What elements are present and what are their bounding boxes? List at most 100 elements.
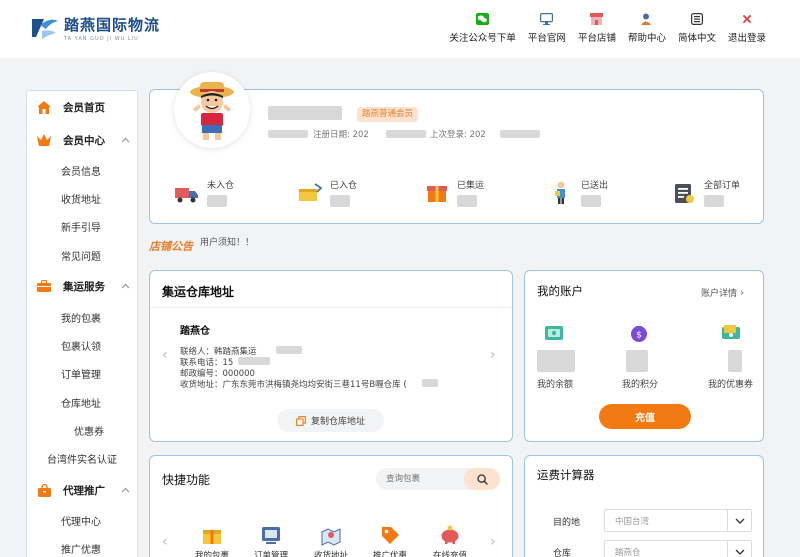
map-address-icon: [320, 524, 342, 546]
quick-promo[interactable]: 推广优惠: [366, 524, 414, 557]
balance-icon: [544, 323, 564, 343]
copy-address-button[interactable]: 复制仓库地址: [277, 409, 384, 432]
quick-order-manage[interactable]: 订单管理: [247, 524, 295, 557]
sidebar-group-member-center[interactable]: 会员中心: [27, 129, 137, 151]
member-id-redacted: [268, 130, 308, 138]
topnav-wechat-label: 关注公众号下单: [449, 33, 516, 44]
chevron-down-icon: [727, 510, 751, 531]
sidebar-item-taiwan-verify[interactable]: 台湾件实名认证: [27, 447, 137, 469]
search-icon: [476, 473, 488, 485]
copy-address-label: 复制仓库地址: [310, 417, 365, 427]
sidebar-member-center-label: 会员中心: [63, 134, 105, 147]
sidebar-item-my-packages[interactable]: 我的包裹: [27, 306, 137, 328]
order-manage-icon: [260, 524, 282, 546]
help-user-icon: [640, 12, 654, 26]
sidebar-group-agency[interactable]: 代理推广: [27, 479, 137, 501]
sidebar-item-warehouse-address[interactable]: 仓库地址: [27, 391, 137, 413]
account-coupons[interactable]: 我的优惠券: [708, 323, 768, 393]
quick-card-title: 快捷功能: [162, 473, 211, 487]
topnav-help[interactable]: 帮助中心: [628, 12, 666, 44]
topnav-logout[interactable]: 退出登录: [728, 12, 766, 44]
points-bag-icon: $: [629, 323, 649, 343]
coupon-icon: [721, 323, 741, 343]
brand-name-en: TA YAN GUO JI WU LIU: [64, 36, 139, 42]
sidebar-item-member-info[interactable]: 会员信息: [27, 159, 137, 181]
shopping-bag-icon: [37, 483, 51, 497]
chevron-left-icon[interactable]: ‹: [162, 534, 168, 550]
sidebar-item-guide[interactable]: 新手引导: [27, 215, 137, 237]
warehouse-select[interactable]: 踏燕仓: [604, 540, 752, 557]
chevron-up-icon: [121, 485, 130, 496]
package-search-input[interactable]: [386, 472, 462, 486]
sidebar-item-coupons[interactable]: 优惠券: [27, 419, 137, 441]
last-login-label: 上次登录: 202: [430, 130, 486, 140]
topnav-language-label: 简体中文: [677, 33, 716, 44]
sidebar-item-order-manage[interactable]: 订单管理: [27, 362, 137, 384]
profile-card: 踏燕普通会员 注册日期: 202 上次登录: 202 未入仓 已入仓 已集运 已…: [149, 72, 764, 224]
username-redacted: [268, 106, 342, 120]
piggy-bank-icon: [439, 524, 461, 546]
sidebar-item-package-claim[interactable]: 包裹认领: [27, 334, 137, 356]
account-card-title: 我的账户: [537, 284, 583, 298]
account-points[interactable]: $ 我的积分: [622, 323, 682, 393]
top-nav: 关注公众号下单 平台官网 平台店铺 帮助中心 简体中文 退出登录: [437, 12, 766, 44]
warehouse-address: 收货地址：广东东莞市洪梅镇尧均均安街三巷11号B喱仓库 (: [180, 380, 407, 390]
warehouse-label: 仓库: [553, 549, 572, 557]
sidebar-item-address[interactable]: 收货地址: [27, 187, 137, 209]
register-date-label: 注册日期: 202: [313, 130, 369, 140]
package-search: [376, 468, 500, 490]
store-notice-text[interactable]: 用户须知！！: [200, 235, 254, 248]
store-icon: [590, 12, 604, 26]
account-detail-link[interactable]: 账户详情 ›: [701, 286, 744, 299]
top-header: 踏燕国际物流 TA YAN GUO JI WU LIU 关注公众号下单 平台官网…: [0, 0, 800, 58]
promo-tag-icon: [379, 524, 401, 546]
recharge-button[interactable]: 充值: [599, 404, 691, 429]
copy-icon: [296, 415, 306, 426]
swallow-logo-icon: [30, 15, 60, 41]
warehouse-box-icon: [297, 180, 323, 206]
topnav-wechat[interactable]: 关注公众号下单: [449, 12, 516, 44]
divider: [150, 307, 512, 308]
chevron-right-icon[interactable]: ›: [490, 534, 496, 550]
topnav-language[interactable]: 简体中文: [678, 12, 716, 44]
warehouse-card-title: 集运仓库地址: [162, 285, 235, 299]
home-icon: [37, 100, 51, 114]
sidebar-item-home[interactable]: 会员首页: [27, 96, 137, 118]
my-account-card: 我的账户 账户详情 › 我的余额 $ 我的积分 我的优惠券 充值: [524, 270, 764, 442]
search-button[interactable]: [464, 468, 500, 490]
chevron-right-icon[interactable]: ›: [490, 347, 496, 363]
chevron-up-icon: [121, 135, 130, 146]
quick-online-recharge[interactable]: 在线充值: [426, 524, 474, 557]
account-balance[interactable]: 我的余额: [537, 323, 597, 393]
store-notice-title: 店铺公告: [149, 240, 193, 253]
wechat-icon: [476, 12, 490, 26]
chevron-down-icon: [727, 541, 751, 557]
crown-icon: [37, 133, 51, 147]
brand-name: 踏燕国际物流: [64, 16, 161, 34]
chevron-right-icon: ›: [739, 286, 745, 299]
topnav-store-label: 平台店铺: [577, 33, 616, 44]
destination-select[interactable]: 中国台湾: [604, 509, 752, 532]
sidebar-item-promo-discount[interactable]: 推广优惠: [27, 537, 137, 557]
brand-logo[interactable]: 踏燕国际物流 TA YAN GUO JI WU LIU: [30, 14, 160, 42]
sidebar-group-consolidation[interactable]: 集运服务: [27, 275, 137, 297]
topnav-website[interactable]: 平台官网: [528, 12, 566, 44]
destination-value: 中国台湾: [615, 517, 650, 527]
last-login-redacted: [500, 130, 540, 138]
chevron-left-icon[interactable]: ‹: [162, 347, 168, 363]
topnav-store[interactable]: 平台店铺: [578, 12, 616, 44]
sidebar: 会员首页 会员中心 会员信息 收货地址 新手引导 常见问题 集运服务 我的包裹 …: [26, 90, 138, 557]
quick-my-packages[interactable]: 我的包裹: [188, 524, 236, 557]
sidebar-item-agency-center[interactable]: 代理中心: [27, 509, 137, 531]
freight-calculator-card: 运费计算器 目的地 中国台湾 仓库 踏燕仓: [524, 455, 764, 557]
avatar[interactable]: [174, 72, 250, 148]
briefcase-icon: [37, 279, 51, 293]
delivery-person-icon: [548, 180, 574, 206]
language-icon: [690, 12, 704, 26]
address-redacted: [422, 379, 438, 387]
phone-redacted: [238, 357, 270, 365]
quick-address[interactable]: 收货地址: [307, 524, 355, 557]
topnav-help-label: 帮助中心: [627, 33, 666, 44]
sidebar-home-label: 会员首页: [63, 101, 105, 114]
sidebar-item-faq[interactable]: 常见问题: [27, 244, 137, 266]
